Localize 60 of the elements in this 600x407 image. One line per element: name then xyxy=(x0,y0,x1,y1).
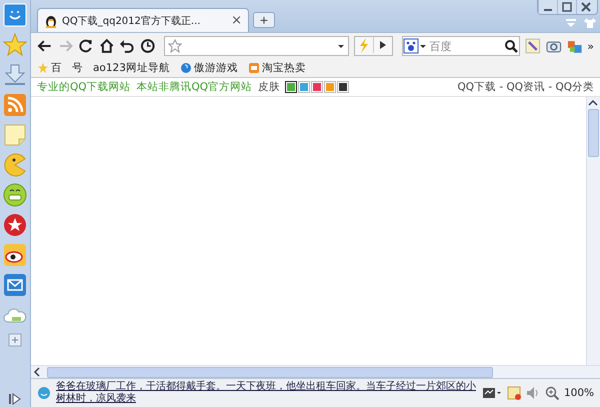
notes-icon[interactable] xyxy=(506,386,521,400)
badge-icon[interactable] xyxy=(248,62,260,74)
mail-icon[interactable] xyxy=(3,273,27,297)
bookmark-item[interactable]: ao123网址导航 xyxy=(93,61,170,75)
scroll-thumb[interactable] xyxy=(588,109,599,157)
engine-dropdown-icon[interactable] xyxy=(419,42,428,50)
bookmark-item[interactable]: 淘宝热卖 xyxy=(248,61,306,75)
skin-label: 皮肤 xyxy=(258,80,280,94)
collapse-icon[interactable] xyxy=(7,391,23,407)
globe-icon[interactable] xyxy=(180,62,192,74)
bookmark-item[interactable]: 百 xyxy=(37,61,62,75)
new-tab-button[interactable]: + xyxy=(253,12,275,28)
smiley-icon[interactable] xyxy=(3,3,27,27)
tab-close-button[interactable]: × xyxy=(231,13,242,28)
bookmark-star-icon[interactable] xyxy=(168,39,182,53)
scroll-thumb[interactable] xyxy=(47,366,493,378)
speaker-icon[interactable] xyxy=(526,386,540,400)
news-link[interactable]: 爸爸在玻璃厂工作，干活都得戴手套。一天下夜班，他坐出租车回家。当车子经过一片郊区的小树林时，凉风袭来 xyxy=(56,381,477,405)
tab-title: QQ下载_qq2012官方下载正... xyxy=(62,14,202,28)
penguin-icon[interactable] xyxy=(44,14,58,28)
smile-icon[interactable] xyxy=(37,386,51,400)
rss-icon[interactable] xyxy=(3,93,27,117)
bookmark-item[interactable]: 号 xyxy=(72,61,83,75)
search-box[interactable]: 百度 xyxy=(402,36,520,56)
paw-icon[interactable] xyxy=(403,38,420,54)
search-icon[interactable] xyxy=(503,38,520,54)
back-icon[interactable] xyxy=(37,38,53,54)
skin-swatch[interactable] xyxy=(312,82,322,92)
monitor-icon[interactable] xyxy=(482,386,502,400)
undo-icon[interactable] xyxy=(119,38,135,54)
browser-tab[interactable]: QQ下载_qq2012官方下载正... × xyxy=(37,8,249,32)
blocks-icon[interactable] xyxy=(566,38,582,54)
eye-icon[interactable] xyxy=(3,243,27,267)
skin-swatch[interactable] xyxy=(299,82,310,92)
grin-icon[interactable] xyxy=(3,183,27,207)
star-icon[interactable] xyxy=(3,33,27,57)
star-icon[interactable] xyxy=(37,62,49,74)
refresh-icon[interactable] xyxy=(78,38,94,54)
home-icon[interactable] xyxy=(98,38,114,54)
zoom-icon[interactable] xyxy=(544,386,559,400)
address-field[interactable] xyxy=(164,36,350,56)
pencil-icon[interactable] xyxy=(525,38,542,54)
bookmark-item[interactable]: 傲游游戏 xyxy=(180,61,238,75)
star-badge-icon[interactable] xyxy=(3,213,27,237)
nav-links[interactable]: QQ下载 - QQ资讯 - QQ分类 xyxy=(457,80,594,94)
scroll-up-icon[interactable] xyxy=(587,97,599,107)
horizontal-scrollbar[interactable] xyxy=(31,365,600,378)
zoom-level[interactable]: 100% xyxy=(564,387,594,399)
skin-swatch[interactable] xyxy=(286,82,296,92)
dropdown-icon[interactable] xyxy=(337,42,346,50)
site-link[interactable]: 本站非腾讯QQ官方网站 xyxy=(136,80,252,94)
skin-swatch[interactable] xyxy=(325,82,336,92)
history-icon[interactable] xyxy=(140,38,156,54)
skin-swatch[interactable] xyxy=(338,82,348,92)
download-icon[interactable] xyxy=(3,63,27,87)
vertical-scrollbar[interactable] xyxy=(586,97,600,365)
add-icon[interactable] xyxy=(8,333,22,347)
site-link[interactable]: 专业的QQ下载网站 xyxy=(37,80,131,94)
more-button[interactable]: » xyxy=(587,40,594,52)
search-field[interactable]: 百度 xyxy=(427,38,504,54)
